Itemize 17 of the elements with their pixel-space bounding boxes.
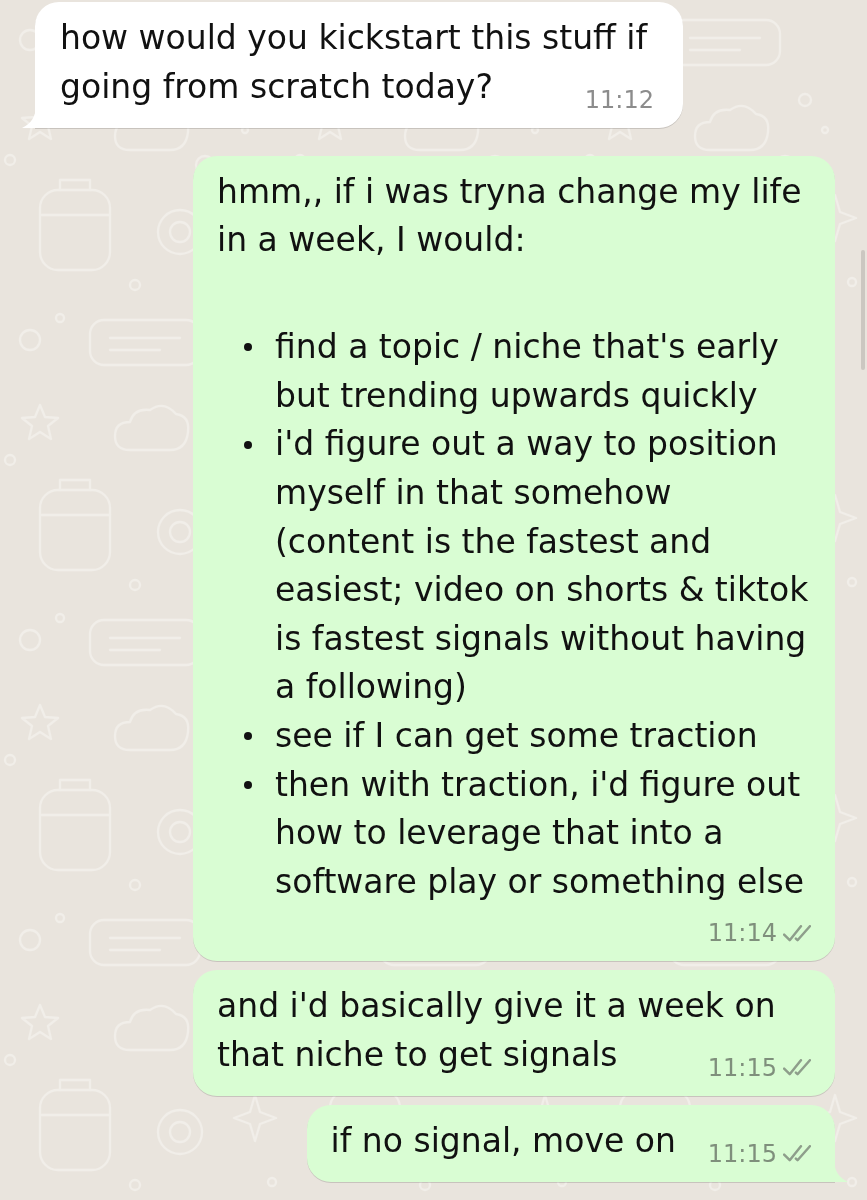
message-text: how would you kickstart this stuff if — [60, 18, 648, 57]
bullet-icon — [244, 732, 252, 741]
message-text: going from scratch today? — [60, 66, 493, 106]
message-time: 11:14 — [707, 921, 777, 946]
message-time: 11:12 — [584, 87, 654, 112]
message-time: 11:15 — [707, 1055, 777, 1080]
list-item-text: see if I can get some traction — [275, 714, 759, 757]
message-text: and i'd basically give it a week on — [217, 986, 776, 1026]
bullet-icon — [244, 440, 252, 449]
list-item-text: i'd figure out a way to position myself in that somehow (content is the fastest and easiest; video on shorts & tiktok is fastest signals without having a following) — [275, 423, 810, 709]
list-item-text: then with traction, i'd figure out how to leverage that into a software play or something else — [275, 763, 805, 903]
bullet-icon — [244, 780, 252, 789]
message-time: 11:15 — [707, 1141, 777, 1166]
bullet-icon — [244, 343, 252, 352]
message-text: that niche to get signals — [217, 1034, 618, 1074]
message-text: hmm,, if i was tryna change my life in a week, I would: — [217, 171, 802, 259]
message-text: if no signal, move on — [330, 1120, 676, 1160]
